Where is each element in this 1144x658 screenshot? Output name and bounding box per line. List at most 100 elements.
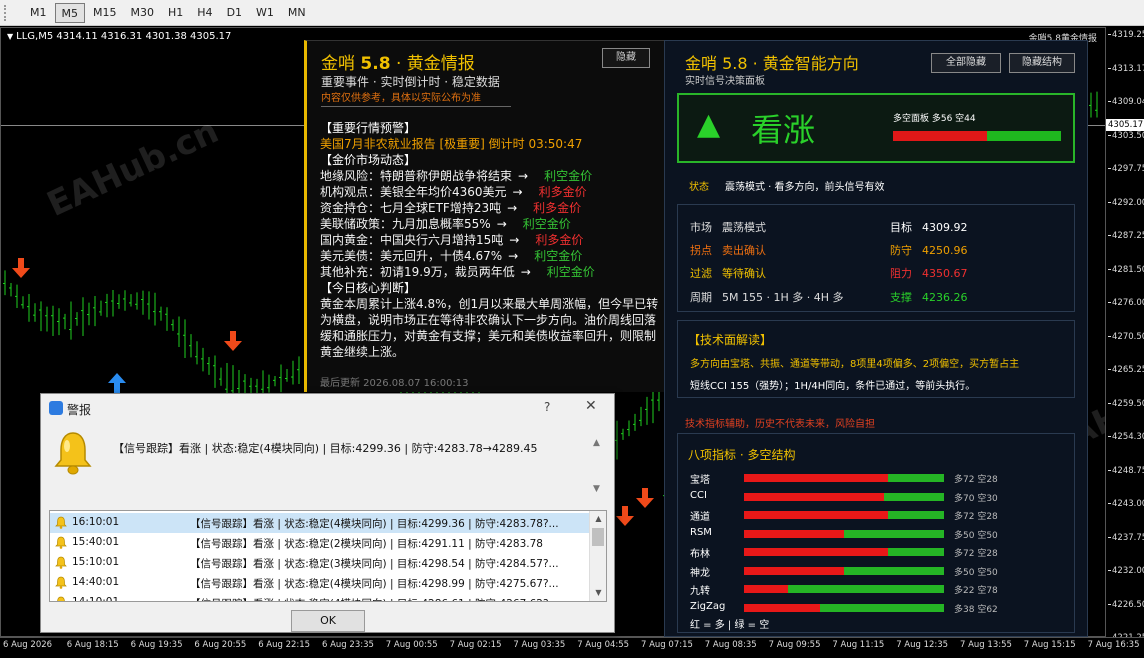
price-tick-label: 4226.50 xyxy=(1108,600,1144,610)
message-scrollbar[interactable]: ▲ ▼ xyxy=(593,438,605,498)
news-item-tag: 利空金价 xyxy=(522,217,571,231)
buy-arrow-icon xyxy=(108,373,126,393)
scroll-down-icon[interactable]: ▼ xyxy=(590,585,606,601)
time-tick-label: 6 Aug 23:35 xyxy=(322,640,374,650)
timeframe-d1-button[interactable]: D1 xyxy=(221,3,248,23)
news-title-prefix: 金哨 xyxy=(321,54,355,74)
indicator-name: ZigZag xyxy=(690,600,726,612)
tick-mark xyxy=(1108,235,1111,236)
indicator-name: 通道 xyxy=(690,512,710,523)
target-key: 目标 xyxy=(890,221,912,234)
resist-item: 阻力 4350.67 xyxy=(890,265,968,281)
news-body: 【重要行情预警】 美国7月非农就业报告 [极重要] 倒计时 03:50:47 【… xyxy=(320,120,665,360)
price-axis[interactable]: 4305.17 4319.25 4313.17 4309.04 4303.50 4297… xyxy=(1106,27,1144,643)
time-tick-label: 7 Aug 08:35 xyxy=(704,640,757,650)
price-tick-label: 4297.75 xyxy=(1108,164,1144,174)
close-button[interactable]: ✕ xyxy=(585,398,597,414)
list-scrollbar[interactable]: ▲ ▼ xyxy=(589,511,606,601)
alert-history-row[interactable]: 15:40:01 【信号跟踪】看涨 | 状态:稳定(2模块同向) | 目标:429… xyxy=(50,533,590,553)
hide-button[interactable]: 隐藏 xyxy=(602,48,650,68)
tech-line-1: 多方向由宝塔、共振、通道等带动，8项里4项偏多、2项偏空，买方暂占主 xyxy=(690,359,1020,370)
indicator-row: 布林 多72 空28 xyxy=(690,544,1070,560)
tick-mark xyxy=(1108,335,1111,337)
dialog-title: 警报 xyxy=(67,403,92,417)
time-axis[interactable]: 6 Aug 2026 6 Aug 18:15 6 Aug 19:35 6 Aug 20… xyxy=(0,637,1144,658)
help-button[interactable]: ? xyxy=(544,400,550,414)
dropdown-triangle-icon: ▼ xyxy=(7,32,14,41)
alert-history-row[interactable]: 14:40:01 【信号跟踪】看涨 | 状态:稳定(4模块同向) | 目标:429… xyxy=(50,573,590,593)
arrow-right-icon: → xyxy=(509,233,520,247)
ok-button[interactable]: OK xyxy=(291,610,365,632)
market-key: 市场 xyxy=(690,221,712,234)
indicators-box: 八项指标 · 多空结构 红 = 多 | 绿 = 空 宝塔 多72 空28 CCI 多7… xyxy=(677,433,1075,633)
tech-box: 【技术面解读】 多方向由宝塔、共振、通道等带动，8项里4项偏多、2项偏空，买方暂… xyxy=(677,320,1075,398)
tech-line-2: 短线CCI 155（强势）；1H/4H同向，条件已通过，等前头执行。 xyxy=(690,381,976,392)
price-tick-text: 4303.50 xyxy=(1112,130,1144,141)
time-tick-label: 7 Aug 13:55 xyxy=(960,640,1012,650)
timeframe-m5-button[interactable]: M5 xyxy=(54,2,85,23)
price-tick-label: 4232.00 xyxy=(1108,566,1144,576)
timeframe-m15-button[interactable]: M15 xyxy=(87,3,123,23)
alert-line: 美国7月非农就业报告 [极重要] 倒计时 03:50:47 xyxy=(320,137,583,151)
timeframe-h1-button[interactable]: H1 xyxy=(162,3,189,23)
indicator-value: 多22 空78 xyxy=(954,586,998,596)
indicator-value: 多50 空50 xyxy=(954,567,998,578)
tick-mark xyxy=(1108,302,1111,303)
market-item: 市场 震荡模式 xyxy=(690,219,766,235)
bell-icon xyxy=(55,536,67,549)
support-key: 支撑 xyxy=(890,291,912,304)
timeframe-w1-button[interactable]: W1 xyxy=(250,3,280,23)
time-tick-label: 7 Aug 07:15 xyxy=(641,640,693,650)
tick-mark xyxy=(1108,101,1111,102)
indicator-row: RSM 多50 空50 xyxy=(690,526,1070,542)
sell-arrow-icon xyxy=(12,258,30,278)
price-tick-text: 4237.75 xyxy=(1112,532,1144,543)
timeframe-h4-button[interactable]: H4 xyxy=(191,3,218,23)
alert-history-row[interactable]: 14:10:01 【信号跟踪】看涨 | 状态:稳定(4模块同向) | 目标:428… xyxy=(50,593,590,601)
alert-text: 【信号跟踪】看涨 | 状态:稳定(4模块同向) | 目标:4299.36 | 防… xyxy=(190,518,559,530)
hide-structure-button[interactable]: 隐藏结构 xyxy=(1009,53,1075,73)
alert-history-row[interactable]: 16:10:01 【信号跟踪】看涨 | 状态:稳定(4模块同向) | 目标:429… xyxy=(50,513,590,533)
timeframe-m1-button[interactable]: M1 xyxy=(24,3,53,23)
info-box: 市场 震荡模式 目标 4309.92 拐点 卖出确认 防守 4250.96 过滤 等待确认… xyxy=(677,204,1075,312)
indicator-row: 通道 多72 空28 xyxy=(690,507,1070,523)
news-panel: 金哨 5.8 · 黄金情报 重要事件 · 实时倒计时 · 稳定数据 内容仅供参考… xyxy=(304,40,664,392)
news-item-text: 美元美债：美元回升，十债4.67% xyxy=(320,249,503,263)
scroll-down-icon[interactable]: ▼ xyxy=(593,484,600,494)
news-item: 机构观点：美银全年均价4360美元 → 利多金价 xyxy=(320,184,665,200)
tick-mark xyxy=(1108,67,1111,69)
news-item: 其他补充：初请19.9万，裁员两年低 → 利空金价 xyxy=(320,264,665,280)
guard-item: 防守 4250.96 xyxy=(890,242,968,258)
alert-time: 15:40:01 xyxy=(72,536,120,548)
toolbar-grip[interactable] xyxy=(4,4,10,21)
price-tick-label: 4237.75 xyxy=(1108,533,1144,543)
tick-mark xyxy=(1108,503,1111,504)
news-item-tag: 利空金价 xyxy=(546,265,595,279)
alert-time: 16:10:01 xyxy=(72,516,120,528)
alert-history-list[interactable]: 14:10:01 【信号跟踪】看涨 | 状态:稳定(4模块同向) | 目标:428… xyxy=(49,510,607,602)
price-tick-text: 4226.50 xyxy=(1112,599,1144,610)
alert-title-icon xyxy=(49,401,63,415)
indicator-bar xyxy=(744,511,944,519)
indicator-bar xyxy=(744,566,944,575)
timeframe-m30-button[interactable]: M30 xyxy=(125,3,161,23)
scroll-up-icon[interactable]: ▲ xyxy=(590,511,606,527)
alert-history-row[interactable]: 15:10:01 【信号跟踪】看涨 | 状态:稳定(3模块同向) | 目标:429… xyxy=(50,553,590,573)
arrow-right-icon: → xyxy=(512,185,523,199)
time-tick-label: 7 Aug 11:15 xyxy=(832,640,885,650)
current-price-label: 4305.17 xyxy=(1106,119,1144,131)
tech-title: 【技术面解读】 xyxy=(688,333,773,347)
price-tick-text: 4243.00 xyxy=(1112,499,1144,509)
indicator-bull-fill xyxy=(744,492,884,501)
symbol-info-text: LLG,M5 4314.11 4316.31 4301.38 4305.17 xyxy=(16,31,232,42)
tick-mark xyxy=(1108,34,1111,35)
indicator-bar xyxy=(744,474,944,482)
period-key: 周期 xyxy=(690,291,712,304)
scroll-up-icon[interactable]: ▲ xyxy=(593,438,600,448)
scroll-thumb[interactable] xyxy=(592,528,604,546)
hide-all-button[interactable]: 全部隐藏 xyxy=(931,53,1001,73)
price-tick-text: 4265.25 xyxy=(1112,365,1144,375)
bell-icon xyxy=(55,516,67,529)
timeframe-mn-button[interactable]: MN xyxy=(282,3,312,23)
indicators-legend: 红 = 多 | 绿 = 空 xyxy=(690,620,770,631)
